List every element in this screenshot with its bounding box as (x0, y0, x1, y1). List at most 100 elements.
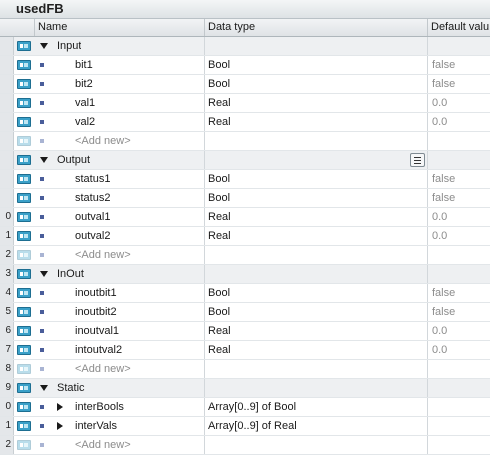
row-number (0, 56, 14, 74)
member-default-value[interactable] (432, 417, 490, 435)
add-new-placeholder[interactable]: <Add new> (75, 132, 131, 150)
member-data-type[interactable]: Real (208, 113, 424, 131)
member-row[interactable]: 1 interVals Array[0..9] of Real (0, 417, 490, 436)
member-data-type[interactable]: Array[0..9] of Bool (208, 398, 424, 416)
member-name[interactable]: intoutval2 (75, 341, 122, 359)
member-default-value[interactable]: false (432, 284, 490, 302)
member-row[interactable]: 6 inoutval1 Real 0.0 (0, 322, 490, 341)
member-name[interactable]: status2 (75, 189, 110, 207)
column-header-name[interactable]: Name (35, 19, 205, 36)
interface-member-icon (17, 174, 31, 184)
member-default-value[interactable] (432, 398, 490, 416)
add-new-placeholder[interactable]: <Add new> (75, 360, 131, 378)
member-default-value[interactable]: 0.0 (432, 208, 490, 226)
add-new-placeholder[interactable]: <Add new> (75, 436, 131, 454)
column-separator (427, 341, 428, 359)
member-default-value[interactable]: 0.0 (432, 113, 490, 131)
member-data-type[interactable]: Bool (208, 75, 424, 93)
interface-member-icon (17, 383, 31, 393)
collapse-triangle-icon[interactable] (40, 385, 48, 391)
collapse-triangle-icon[interactable] (40, 43, 48, 49)
member-row[interactable]: 0 interBools Array[0..9] of Bool (0, 398, 490, 417)
member-default-value[interactable]: false (432, 56, 490, 74)
member-data-type[interactable]: Real (208, 341, 424, 359)
member-row[interactable]: val1 Real 0.0 (0, 94, 490, 113)
member-name[interactable]: inoutbit1 (75, 284, 117, 302)
member-data-type[interactable]: Bool (208, 170, 424, 188)
section-row-input[interactable]: Input (0, 37, 490, 56)
table-header: Name Data type Default valu (0, 19, 490, 37)
section-row-output[interactable]: Output (0, 151, 490, 170)
expand-triangle-icon[interactable] (57, 403, 63, 411)
member-row[interactable]: bit1 Bool false (0, 56, 490, 75)
member-name[interactable]: outval1 (75, 208, 110, 226)
member-name[interactable]: val1 (75, 94, 95, 112)
dropdown-list-icon[interactable] (410, 153, 425, 167)
member-default-value[interactable]: 0.0 (432, 94, 490, 112)
member-data-type[interactable]: Bool (208, 56, 424, 74)
column-separator (427, 246, 428, 264)
column-separator (427, 113, 428, 131)
member-data-type[interactable]: Array[0..9] of Real (208, 417, 424, 435)
member-name[interactable]: status1 (75, 170, 110, 188)
member-name[interactable]: bit1 (75, 56, 93, 74)
member-data-type[interactable]: Real (208, 94, 424, 112)
member-row[interactable]: bit2 Bool false (0, 75, 490, 94)
member-name[interactable]: outval2 (75, 227, 110, 245)
section-row-inout[interactable]: 3 InOut (0, 265, 490, 284)
column-separator (204, 132, 205, 150)
collapse-triangle-icon[interactable] (40, 157, 48, 163)
member-default-value[interactable]: false (432, 189, 490, 207)
interface-member-icon (17, 345, 31, 355)
add-new-row[interactable]: 8 <Add new> (0, 360, 490, 379)
column-header-data-type[interactable]: Data type (205, 19, 428, 36)
add-new-row[interactable]: 2 <Add new> (0, 246, 490, 265)
column-header-default-value[interactable]: Default valu (428, 19, 490, 36)
member-data-type[interactable]: Real (208, 208, 424, 226)
column-separator (427, 322, 428, 340)
member-name[interactable]: bit2 (75, 75, 93, 93)
interface-member-icon (17, 326, 31, 336)
member-name[interactable]: interBools (75, 398, 124, 416)
member-data-type[interactable]: Bool (208, 189, 424, 207)
row-number: 1 (0, 227, 14, 245)
member-name[interactable]: val2 (75, 113, 95, 131)
member-default-value[interactable]: false (432, 75, 490, 93)
member-row[interactable]: 1 outval2 Real 0.0 (0, 227, 490, 246)
member-default-value[interactable]: false (432, 303, 490, 321)
member-bullet-icon (40, 253, 44, 257)
member-name[interactable]: inoutval1 (75, 322, 119, 340)
member-default-value[interactable]: 0.0 (432, 322, 490, 340)
member-row[interactable]: val2 Real 0.0 (0, 113, 490, 132)
member-data-type[interactable]: Bool (208, 284, 424, 302)
row-number (0, 75, 14, 93)
member-row[interactable]: 4 inoutbit1 Bool false (0, 284, 490, 303)
column-separator (427, 37, 428, 55)
row-number: 6 (0, 322, 14, 340)
member-row[interactable]: status1 Bool false (0, 170, 490, 189)
add-new-placeholder[interactable]: <Add new> (75, 246, 131, 264)
member-name[interactable]: interVals (75, 417, 117, 435)
column-separator (204, 341, 205, 359)
member-data-type[interactable]: Bool (208, 303, 424, 321)
expand-triangle-icon[interactable] (57, 422, 63, 430)
member-name[interactable]: inoutbit2 (75, 303, 117, 321)
column-separator (427, 265, 428, 283)
add-new-row[interactable]: <Add new> (0, 132, 490, 151)
member-bullet-icon (40, 329, 44, 333)
column-separator (204, 417, 205, 435)
member-row[interactable]: 5 inoutbit2 Bool false (0, 303, 490, 322)
member-default-value[interactable]: 0.0 (432, 227, 490, 245)
member-default-value[interactable]: false (432, 170, 490, 188)
member-default-value[interactable]: 0.0 (432, 341, 490, 359)
section-row-static[interactable]: 9 Static (0, 379, 490, 398)
member-data-type[interactable]: Real (208, 227, 424, 245)
member-data-type[interactable]: Real (208, 322, 424, 340)
collapse-triangle-icon[interactable] (40, 271, 48, 277)
member-row[interactable]: 7 intoutval2 Real 0.0 (0, 341, 490, 360)
add-new-row[interactable]: 2 <Add new> (0, 436, 490, 455)
member-row[interactable]: status2 Bool false (0, 189, 490, 208)
column-separator (204, 208, 205, 226)
row-number (0, 94, 14, 112)
member-row[interactable]: 0 outval1 Real 0.0 (0, 208, 490, 227)
